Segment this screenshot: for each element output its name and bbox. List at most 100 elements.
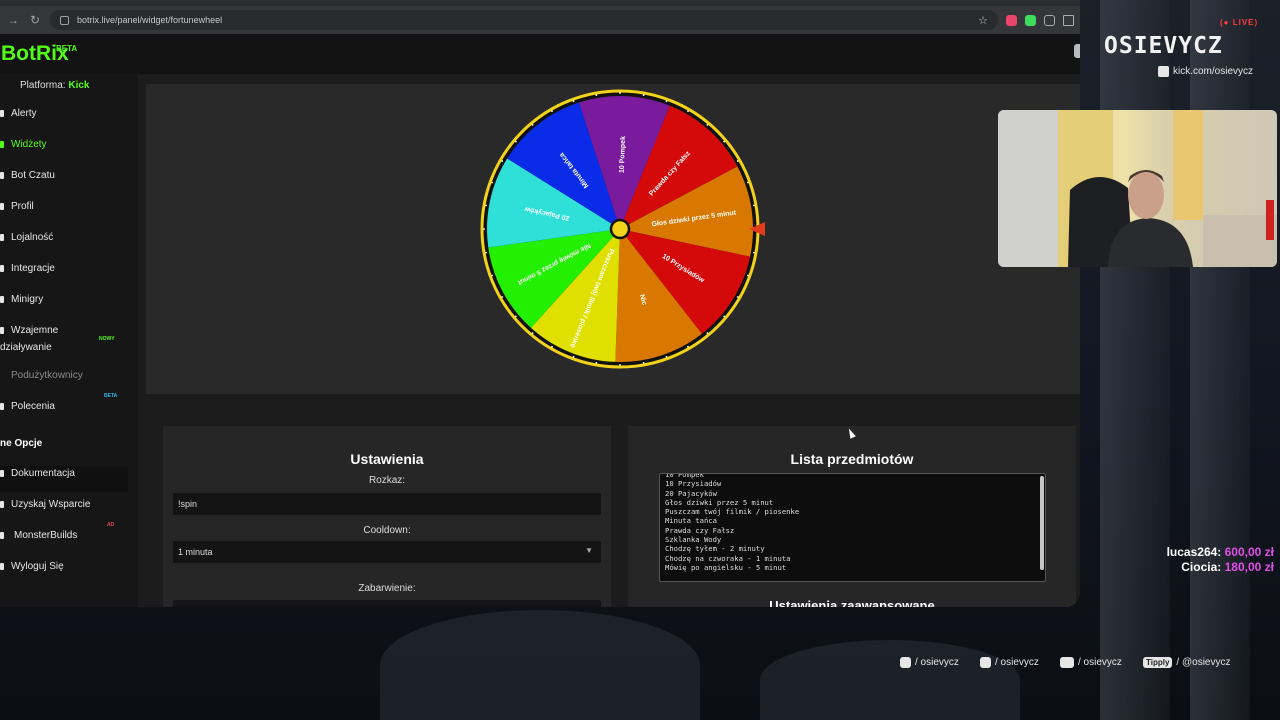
section-header-options: ne Opcje bbox=[0, 438, 43, 449]
platform-name: Kick bbox=[68, 80, 90, 91]
reload-icon[interactable]: ↻ bbox=[28, 13, 42, 27]
textarea-line: Chodzę tyłem - 2 minuty bbox=[665, 544, 765, 554]
extension-icon[interactable] bbox=[1006, 14, 1017, 26]
wheel-rim-dot bbox=[531, 123, 534, 126]
browser-toolbar: → ↻ botrix.live/panel/widget/fortunewhee… bbox=[0, 6, 1080, 34]
donation-row: Ciocia: 180,00 zł bbox=[1181, 560, 1274, 574]
items-card: Lista przedmiotów 10 Pompek 10 Przysiadów… bbox=[628, 426, 1076, 607]
command-label: Rozkaz: bbox=[368, 475, 406, 486]
sidebar-item-integracje[interactable]: Integracje bbox=[0, 263, 130, 274]
wheel-rim-dot bbox=[665, 100, 668, 103]
sidebar-item-bot-czatu[interactable]: Bot Czatu bbox=[0, 170, 130, 181]
sidebar-item-profil[interactable]: Profil bbox=[0, 201, 130, 212]
fortune-wheel[interactable]: 10 Pompek Prawda czy FałszGłos dziwki prz… bbox=[478, 84, 768, 384]
cooldown-value: 1 minuta bbox=[178, 547, 213, 557]
webcam-image bbox=[998, 110, 1277, 267]
wheel-rim-dot bbox=[501, 160, 504, 162]
wheel-rim-dot bbox=[723, 315, 726, 318]
wheel-rim-dot bbox=[706, 332, 709, 335]
background-rock bbox=[380, 610, 700, 720]
sidebar-item-monsterbuilds[interactable]: MonsterBuilds bbox=[0, 530, 130, 541]
wheel-rim-dot bbox=[501, 296, 504, 298]
ad-badge: AD bbox=[107, 522, 115, 528]
sidebar-item-minigry[interactable]: Minigry bbox=[0, 294, 130, 305]
wheel-rim-dot bbox=[746, 274, 749, 277]
wheel-rim-dot bbox=[736, 160, 739, 162]
textarea-scrollbar[interactable] bbox=[1040, 476, 1044, 570]
sidebar-item-lojalnosc[interactable]: Lojalność bbox=[0, 232, 130, 243]
textarea-line: Szklanka Wody bbox=[665, 535, 722, 545]
address-bar[interactable]: botrix.live/panel/widget/fortunewheel ☆ bbox=[50, 10, 998, 30]
tipply-logo: Tipply bbox=[1143, 657, 1173, 668]
textarea-line: Mówię po angielsku - 5 minut bbox=[665, 562, 787, 572]
tiktok-icon bbox=[980, 657, 991, 668]
wheel-rim-dot bbox=[595, 362, 598, 364]
sidebar-item-polecenia[interactable]: Polecenia bbox=[0, 401, 130, 412]
integration-icon bbox=[0, 265, 4, 272]
command-input[interactable]: !spin bbox=[173, 493, 601, 515]
forward-icon[interactable]: → bbox=[6, 13, 20, 27]
wheel-rim-dot bbox=[665, 355, 668, 358]
wheel-rim-dot bbox=[551, 110, 553, 113]
wheel-rim-dot bbox=[746, 181, 749, 184]
wheel-rim-dot bbox=[642, 362, 645, 364]
beta-badge: BETA bbox=[104, 393, 118, 399]
bell-icon bbox=[0, 110, 4, 117]
donation-amount: 600,00 zł bbox=[1224, 545, 1274, 559]
wheel-rim-dot bbox=[551, 345, 553, 348]
textarea-line: 10 Przysiadów bbox=[665, 479, 722, 489]
wheel-rim-dot bbox=[687, 345, 689, 348]
wheel-hub[interactable] bbox=[609, 218, 631, 240]
sidebar-item-wyloguj[interactable]: Wyloguj Się bbox=[0, 561, 130, 572]
wheel-rim-dot bbox=[531, 332, 534, 335]
interaction-icon bbox=[0, 327, 4, 334]
browser-window: → ↻ botrix.live/panel/widget/fortunewhee… bbox=[0, 0, 1080, 607]
textarea-line: Puszczam twój filmik / piosenke bbox=[665, 507, 800, 517]
items-title: Lista przedmiotów bbox=[790, 451, 914, 467]
wheel-rim-dot bbox=[642, 94, 645, 96]
cooldown-select[interactable]: 1 minuta ▼ bbox=[173, 541, 601, 563]
support-icon bbox=[0, 501, 4, 508]
wheel-segment-label: 10 Pompek bbox=[619, 136, 627, 173]
wheel-rim-dot bbox=[753, 251, 755, 254]
sidebar-item-widzety[interactable]: Widżety bbox=[0, 139, 130, 150]
sidebar-item-wzajemne-line2[interactable]: działywanie bbox=[0, 342, 130, 353]
color-label: Zabarwienie: bbox=[358, 583, 416, 594]
kick-link: kick.com/osievycz bbox=[1158, 66, 1253, 77]
background-tree bbox=[1100, 0, 1170, 720]
wheel-rim-dot bbox=[485, 204, 487, 207]
profile-avatar-icon[interactable] bbox=[1074, 44, 1080, 58]
wheel-rim-dot bbox=[723, 140, 726, 143]
sidebar-item-alerty[interactable]: Alerty bbox=[0, 108, 130, 119]
extension-icon[interactable] bbox=[1025, 14, 1036, 26]
donation-row: lucas264: 600,00 zł bbox=[1166, 545, 1274, 559]
wheel-rim-dot bbox=[572, 100, 575, 103]
sidebar-item-poduzytkownicy[interactable]: Podużytkownicy bbox=[0, 370, 130, 381]
wheel-rim-dot bbox=[619, 92, 621, 94]
sidebar-item-wzajemne[interactable]: Wzajemne bbox=[0, 325, 130, 336]
sidebar-item-dokumentacja[interactable]: Dokumentacja bbox=[0, 468, 130, 479]
wheel-rim-dot bbox=[706, 123, 709, 126]
wheel-rim-dot bbox=[595, 94, 598, 96]
document-icon bbox=[0, 470, 4, 477]
webcam-feed bbox=[998, 110, 1277, 267]
wheel-rim-dot bbox=[491, 181, 494, 184]
color-select[interactable] bbox=[173, 600, 601, 607]
widget-icon bbox=[0, 141, 4, 148]
kick-icon bbox=[1158, 66, 1169, 77]
sidebar-item-wsparcie[interactable]: Uzyskaj Wsparcie bbox=[0, 499, 130, 510]
tab-icon[interactable] bbox=[1063, 14, 1074, 26]
extensions-puzzle-icon[interactable] bbox=[1044, 14, 1055, 26]
wheel-rim-dot bbox=[619, 364, 621, 366]
social-youtube: / osievycz bbox=[1060, 657, 1122, 668]
bookmark-star-icon[interactable]: ☆ bbox=[978, 14, 988, 27]
site-info-icon[interactable] bbox=[60, 15, 69, 25]
wheel-preview-panel: 10 Pompek Prawda czy Fałsz Głos dziwki prz… bbox=[146, 84, 1080, 394]
donation-amount: 180,00 zł bbox=[1224, 560, 1274, 574]
botrix-app: BotRix BETA Platforma: Kick Alerty Widże… bbox=[0, 34, 1080, 607]
wheel-rim-dot bbox=[514, 315, 517, 318]
items-textarea[interactable]: 10 Pompek 10 Przysiadów 20 Pajacyków Głos d… bbox=[659, 473, 1046, 582]
settings-card: Ustawienia Rozkaz: !spin Cooldown: 1 min… bbox=[163, 426, 611, 607]
user-icon bbox=[0, 203, 4, 210]
cooldown-label: Cooldown: bbox=[363, 525, 411, 536]
